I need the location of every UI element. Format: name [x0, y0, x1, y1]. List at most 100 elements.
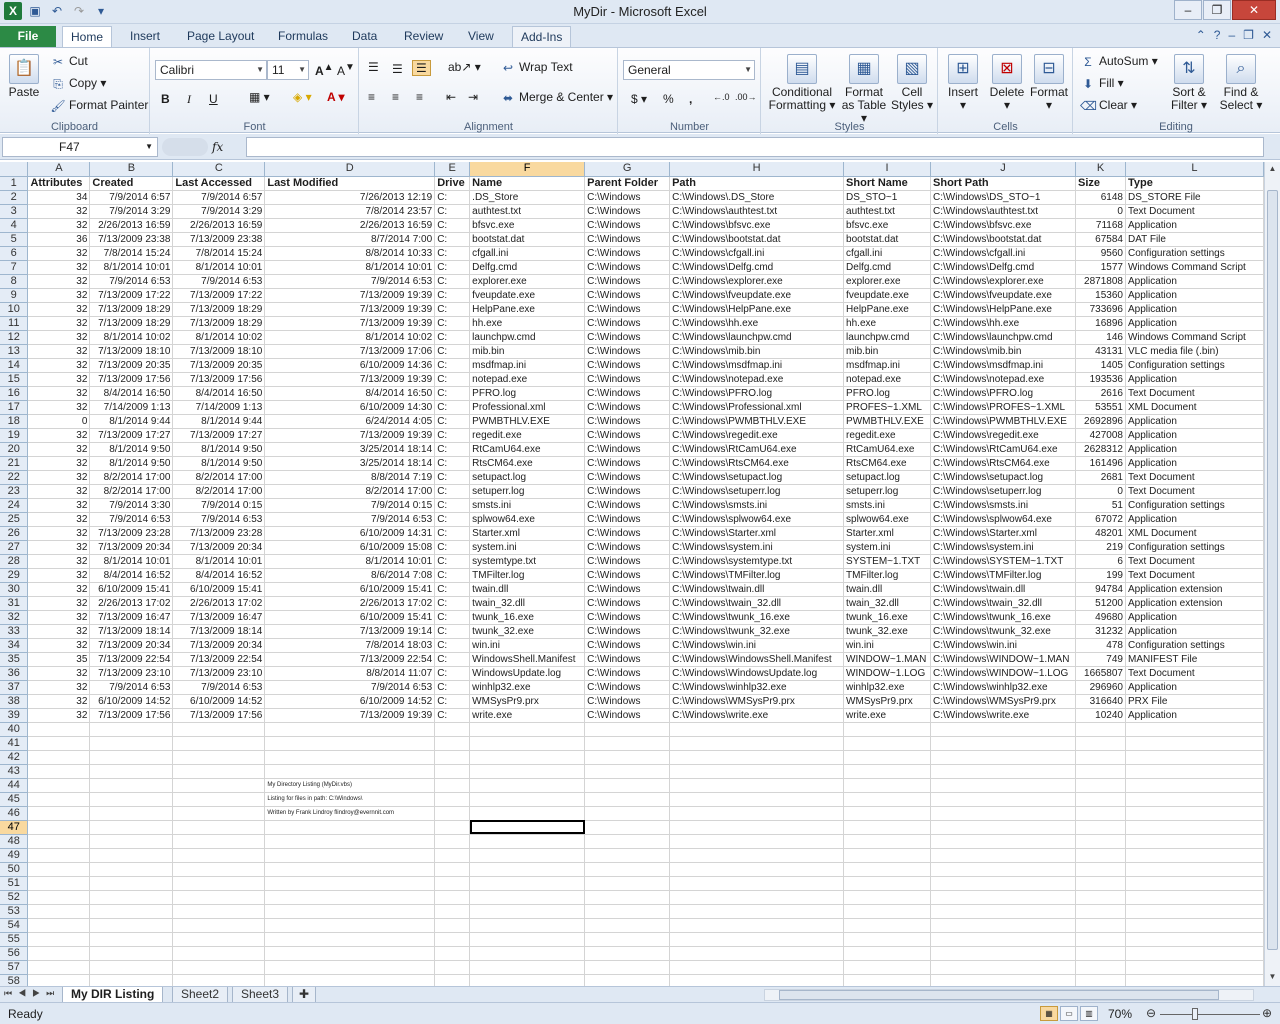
- decrease-indent-icon[interactable]: ⇤: [446, 90, 456, 104]
- row-header[interactable]: 45: [0, 792, 29, 807]
- cell-c57[interactable]: [172, 960, 266, 975]
- cell-b49[interactable]: [89, 848, 174, 863]
- cell-d57[interactable]: [264, 960, 436, 975]
- cell-h17[interactable]: C:\Windows\Professional.xml: [669, 400, 845, 415]
- cell-e58[interactable]: [434, 974, 471, 986]
- cell-i22[interactable]: setupact.log: [843, 470, 932, 485]
- cell-i19[interactable]: regedit.exe: [843, 428, 932, 443]
- cell-c41[interactable]: [172, 736, 266, 751]
- row-header[interactable]: 22: [0, 470, 29, 485]
- cell-h6[interactable]: C:\Windows\cfgall.ini: [669, 246, 845, 261]
- workbook-restore-icon[interactable]: ❐: [1243, 28, 1254, 42]
- cell-h18[interactable]: C:\Windows\PWMBTHLV.EXE: [669, 414, 845, 429]
- cell-k54[interactable]: [1075, 918, 1126, 933]
- percent-button[interactable]: %: [663, 92, 674, 106]
- cell-i5[interactable]: bootstat.dat: [843, 232, 932, 247]
- conditional-formatting-button[interactable]: ▤ Conditional Formatting ▾: [766, 54, 838, 112]
- cell-b18[interactable]: 8/1/2014 9:44: [89, 414, 174, 429]
- row-header[interactable]: 56: [0, 946, 29, 961]
- cell-a50[interactable]: [27, 862, 91, 877]
- cell-f58[interactable]: [469, 974, 586, 986]
- cell-b32[interactable]: 7/13/2009 16:47: [89, 610, 174, 625]
- cell-g14[interactable]: C:\Windows: [584, 358, 671, 373]
- cell-h42[interactable]: [669, 750, 845, 765]
- cell-k36[interactable]: 1665807: [1075, 666, 1126, 681]
- cell-f15[interactable]: notepad.exe: [469, 372, 586, 387]
- cell-b20[interactable]: 8/1/2014 9:50: [89, 442, 174, 457]
- cell-a4[interactable]: 32: [27, 218, 91, 233]
- cell-b1[interactable]: Created: [89, 176, 174, 191]
- cell-a11[interactable]: 32: [27, 316, 91, 331]
- cell-e56[interactable]: [434, 946, 471, 961]
- cell-a8[interactable]: 32: [27, 274, 91, 289]
- cell-g46[interactable]: [584, 806, 671, 821]
- cell-j49[interactable]: [930, 848, 1077, 863]
- cell-g31[interactable]: C:\Windows: [584, 596, 671, 611]
- cell-d53[interactable]: [264, 904, 436, 919]
- cell-h45[interactable]: [669, 792, 845, 807]
- cell-j8[interactable]: C:\Windows\explorer.exe: [930, 274, 1077, 289]
- cell-g50[interactable]: [584, 862, 671, 877]
- comma-button[interactable]: ,: [689, 92, 692, 106]
- fill-button[interactable]: ⬇ Fill ▾: [1080, 76, 1124, 92]
- row-header[interactable]: 21: [0, 456, 29, 471]
- cell-b57[interactable]: [89, 960, 174, 975]
- cell-k8[interactable]: 2871808: [1075, 274, 1126, 289]
- cell-h49[interactable]: [669, 848, 845, 863]
- cell-i1[interactable]: Short Name: [843, 176, 932, 191]
- cell-g27[interactable]: C:\Windows: [584, 540, 671, 555]
- cell-l25[interactable]: Application: [1125, 512, 1264, 527]
- cell-a37[interactable]: 32: [27, 680, 91, 695]
- cell-e5[interactable]: C:: [434, 232, 471, 247]
- sheet-tab-sheet3[interactable]: Sheet3: [232, 987, 289, 1003]
- cell-b11[interactable]: 7/13/2009 18:29: [89, 316, 174, 331]
- cell-j34[interactable]: C:\Windows\win.ini: [930, 638, 1077, 653]
- cell-i20[interactable]: RtCamU64.exe: [843, 442, 932, 457]
- cell-k21[interactable]: 161496: [1075, 456, 1126, 471]
- cell-e41[interactable]: [434, 736, 471, 751]
- cell-j4[interactable]: C:\Windows\bfsvc.exe: [930, 218, 1077, 233]
- cell-g58[interactable]: [584, 974, 671, 986]
- cell-i48[interactable]: [843, 834, 932, 849]
- cell-d23[interactable]: 8/2/2014 17:00: [264, 484, 436, 499]
- cell-k14[interactable]: 1405: [1075, 358, 1126, 373]
- cell-c46[interactable]: [172, 806, 266, 821]
- cell-l15[interactable]: Application: [1125, 372, 1264, 387]
- cell-c18[interactable]: 8/1/2014 9:44: [172, 414, 266, 429]
- cell-a16[interactable]: 32: [27, 386, 91, 401]
- cell-k22[interactable]: 2681: [1075, 470, 1126, 485]
- cell-c5[interactable]: 7/13/2009 23:38: [172, 232, 266, 247]
- row-header[interactable]: 40: [0, 722, 29, 737]
- cell-f1[interactable]: Name: [469, 176, 586, 191]
- cell-f31[interactable]: twain_32.dll: [469, 596, 586, 611]
- cell-b36[interactable]: 7/13/2009 23:10: [89, 666, 174, 681]
- cell-k11[interactable]: 16896: [1075, 316, 1126, 331]
- cell-c36[interactable]: 7/13/2009 23:10: [172, 666, 266, 681]
- cell-i10[interactable]: HelpPane.exe: [843, 302, 932, 317]
- row-header[interactable]: 42: [0, 750, 29, 765]
- cell-l12[interactable]: Windows Command Script: [1125, 330, 1264, 345]
- cell-c50[interactable]: [172, 862, 266, 877]
- cell-b54[interactable]: [89, 918, 174, 933]
- cell-k55[interactable]: [1075, 932, 1126, 947]
- cell-e46[interactable]: [434, 806, 471, 821]
- cell-a25[interactable]: 32: [27, 512, 91, 527]
- cell-k31[interactable]: 51200: [1075, 596, 1126, 611]
- cell-j12[interactable]: C:\Windows\launchpw.cmd: [930, 330, 1077, 345]
- cell-l56[interactable]: [1125, 946, 1264, 961]
- cell-k44[interactable]: [1075, 778, 1126, 793]
- cell-e4[interactable]: C:: [434, 218, 471, 233]
- cell-c27[interactable]: 7/13/2009 20:34: [172, 540, 266, 555]
- cell-k26[interactable]: 48201: [1075, 526, 1126, 541]
- cell-c38[interactable]: 6/10/2009 14:52: [172, 694, 266, 709]
- cell-h5[interactable]: C:\Windows\bootstat.dat: [669, 232, 845, 247]
- cell-b41[interactable]: [89, 736, 174, 751]
- cell-d33[interactable]: 7/13/2009 19:14: [264, 624, 436, 639]
- font-name-select[interactable]: Calibri ▼: [155, 60, 267, 80]
- cell-j31[interactable]: C:\Windows\twain_32.dll: [930, 596, 1077, 611]
- cell-c58[interactable]: [172, 974, 266, 986]
- cell-a56[interactable]: [27, 946, 91, 961]
- cell-f26[interactable]: Starter.xml: [469, 526, 586, 541]
- cell-c30[interactable]: 6/10/2009 15:41: [172, 582, 266, 597]
- row-header[interactable]: 17: [0, 400, 29, 415]
